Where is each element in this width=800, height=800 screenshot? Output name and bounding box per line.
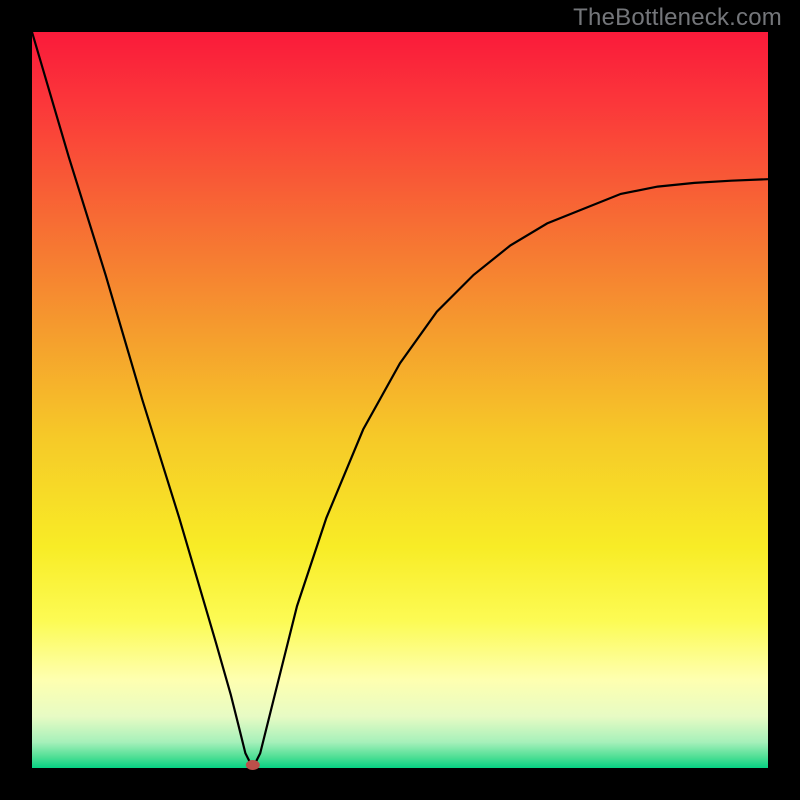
minimum-marker (246, 760, 260, 770)
watermark-text: TheBottleneck.com (573, 4, 782, 32)
chart-svg (0, 0, 800, 800)
chart-frame: TheBottleneck.com (0, 0, 800, 800)
